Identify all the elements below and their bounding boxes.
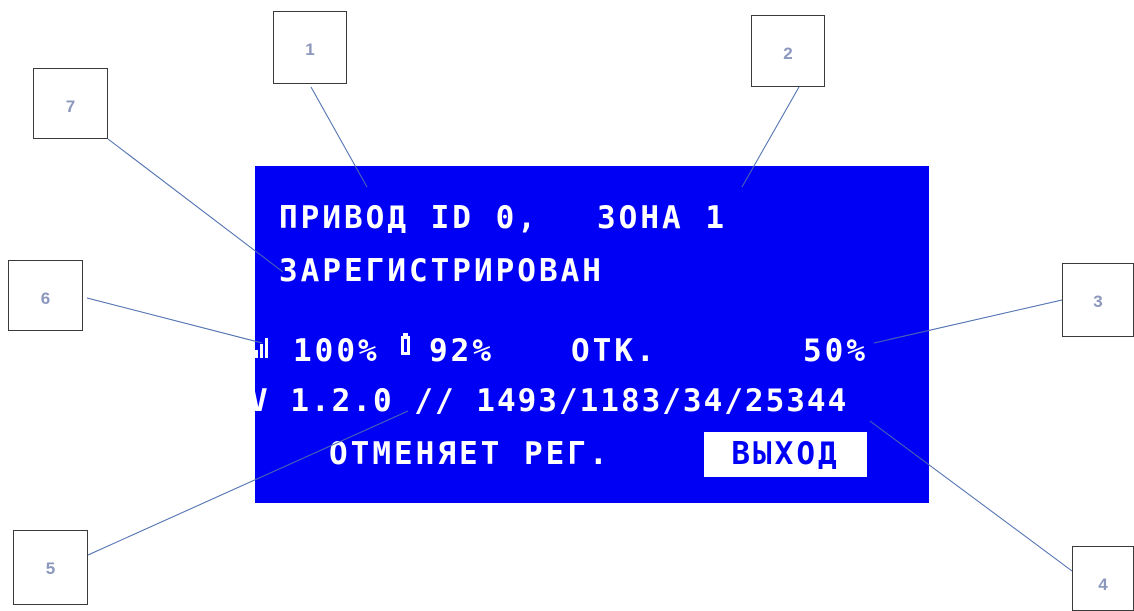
callout-6: 6	[8, 260, 83, 331]
callout-7: 7	[33, 68, 108, 139]
callout-number-6: 6	[40, 289, 51, 308]
leader-line-6	[86, 297, 263, 344]
callout-number-3: 3	[1093, 292, 1103, 311]
battery-level-value: 92%	[429, 333, 494, 369]
callout-1: 1	[273, 11, 347, 84]
actuator-id-label: ПРИВОД ID 0,	[279, 200, 539, 236]
signal-strength-icon	[255, 336, 281, 358]
registration-status: ЗАРЕГИСТРИРОВАН	[279, 253, 604, 289]
valve-state: ОТК.	[571, 333, 658, 369]
version-info: V 1.2.0 // 1493/1183/34/25344	[255, 383, 849, 419]
callout-4: 4	[1072, 546, 1134, 611]
callout-number-2: 2	[783, 44, 793, 63]
cancel-registration-label: ОТМЕНЯЕТ РЕГ.	[329, 436, 611, 472]
callout-3: 3	[1062, 263, 1134, 337]
callout-number-5: 5	[45, 559, 56, 578]
lcd-screen: ПРИВОД ID 0, ЗОНА 1 ЗАРЕГИСТРИРОВАН 100%…	[255, 166, 929, 503]
callout-2: 2	[751, 15, 825, 87]
exit-button[interactable]: ВЫХОД	[704, 432, 867, 477]
opening-percentage: 50%	[803, 333, 868, 369]
callout-5: 5	[13, 530, 88, 605]
callout-number-4: 4	[1098, 575, 1108, 594]
zone-label: ЗОНА 1	[597, 200, 727, 236]
callout-number-1: 1	[305, 40, 315, 59]
callout-number-7: 7	[65, 97, 76, 116]
battery-icon	[401, 333, 410, 355]
signal-strength-value: 100%	[293, 333, 380, 369]
